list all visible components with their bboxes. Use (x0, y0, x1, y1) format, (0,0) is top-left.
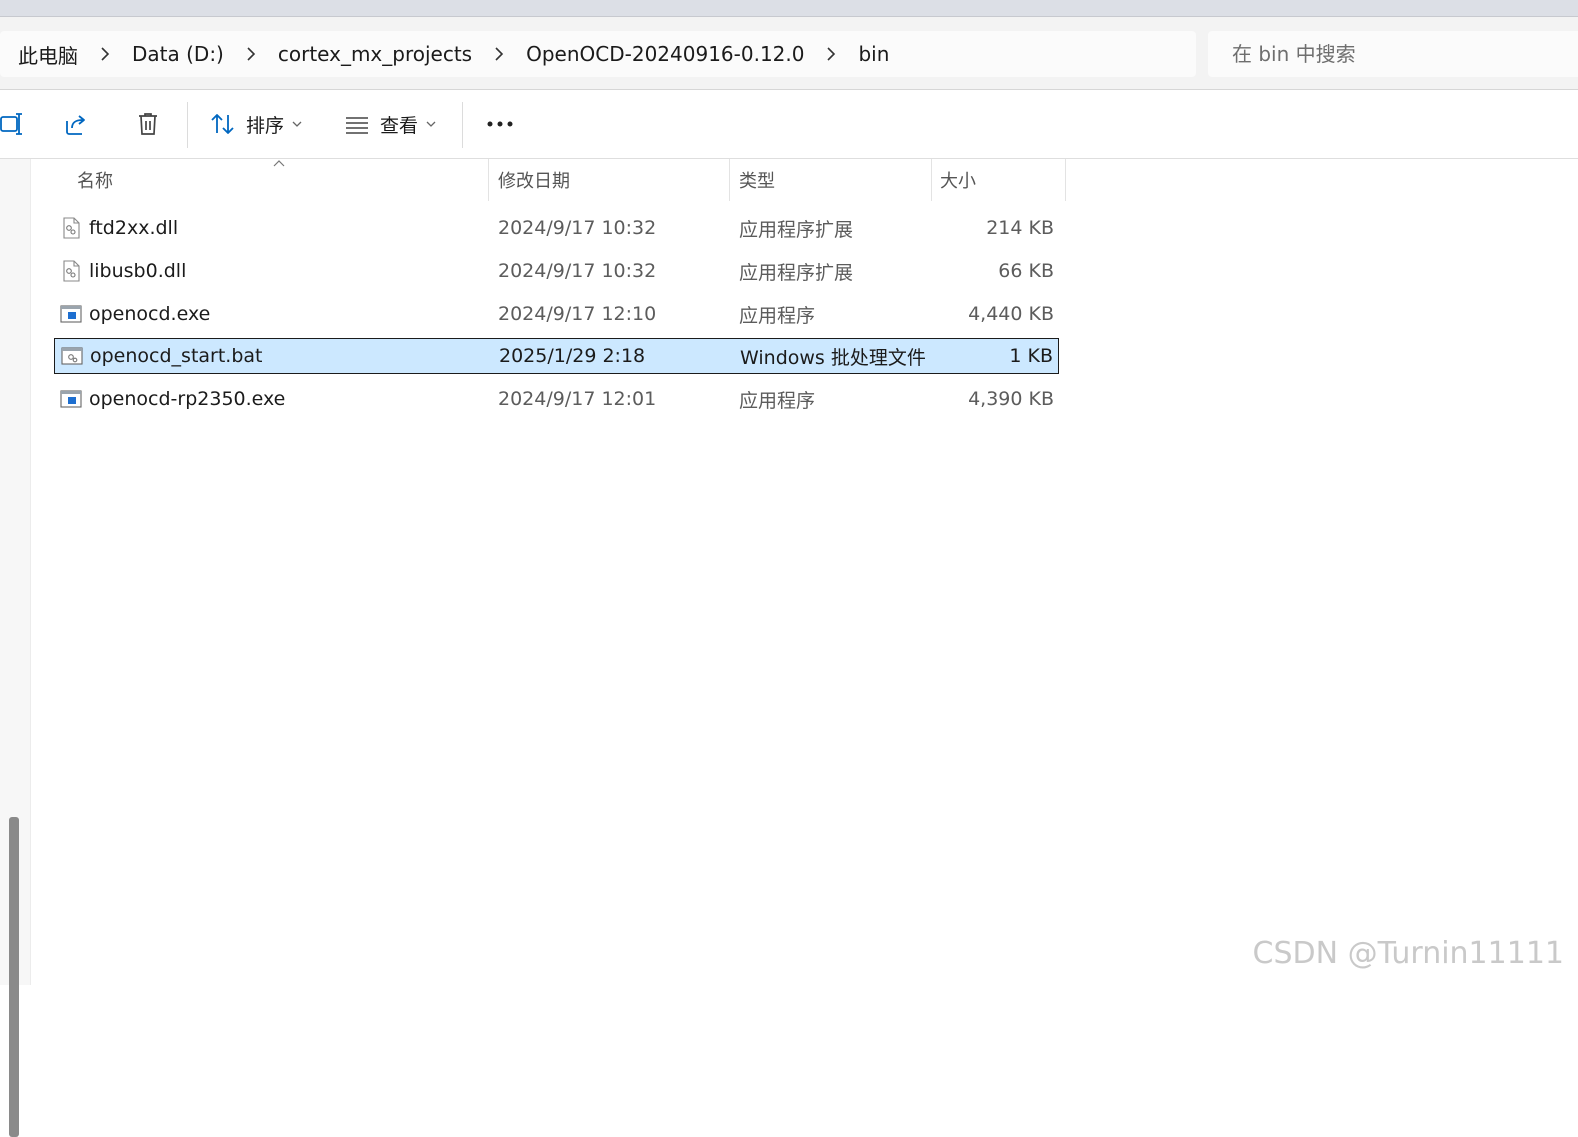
chevron-right-icon[interactable] (810, 46, 852, 62)
view-label: 查看 (380, 114, 419, 137)
file-type: 应用程序 (739, 389, 816, 412)
column-header-type[interactable]: 类型 (739, 159, 929, 201)
sort-label: 排序 (246, 114, 285, 137)
watermark: CSDN @Turnin11111 (1252, 936, 1564, 971)
file-date: 2024/9/17 10:32 (498, 260, 657, 282)
search-input[interactable] (1230, 41, 1564, 67)
address-bar-area: 此电脑 Data (D:) cortex_mx_projects OpenOCD… (0, 17, 1578, 90)
view-button[interactable]: 查看 (344, 102, 444, 146)
chevron-down-icon (426, 121, 436, 127)
exe-file-icon (60, 305, 82, 323)
column-header-name-label: 名称 (77, 171, 113, 192)
toolbar-divider (462, 102, 463, 148)
navigation-pane-edge (0, 159, 31, 1137)
share-button[interactable] (56, 102, 96, 146)
breadcrumb-openocd-folder[interactable]: OpenOCD-20240916-0.12.0 (520, 42, 810, 66)
rename-button[interactable] (0, 102, 32, 146)
chevron-right-icon[interactable] (478, 46, 520, 62)
breadcrumb-cortex-projects[interactable]: cortex_mx_projects (272, 42, 478, 66)
sort-ascending-icon (273, 160, 285, 167)
sort-button[interactable]: 排序 (210, 102, 310, 146)
bat-file-icon (61, 347, 83, 365)
file-date: 2024/9/17 12:10 (498, 303, 657, 325)
file-name: libusb0.dll (89, 260, 187, 282)
file-type: 应用程序扩展 (739, 218, 854, 241)
file-row[interactable]: libusb0.dll 2024/9/17 10:32 应用程序扩展 66 KB (54, 253, 1059, 289)
window-top-strip (0, 0, 1578, 17)
breadcrumb-drive-d[interactable]: Data (D:) (126, 42, 230, 66)
column-header-size-label: 大小 (940, 171, 976, 192)
column-divider[interactable] (1065, 159, 1066, 201)
share-icon (66, 115, 85, 135)
column-divider[interactable] (931, 159, 932, 201)
delete-button[interactable] (128, 102, 168, 146)
trash-icon (139, 113, 157, 135)
search-box[interactable] (1208, 31, 1578, 77)
file-size: 4,390 KB (968, 388, 1054, 410)
breadcrumb-bin[interactable]: bin (852, 42, 895, 66)
file-size: 214 KB (986, 217, 1054, 239)
more-icon (487, 121, 513, 127)
file-size: 66 KB (998, 260, 1054, 282)
sort-icon (211, 114, 234, 134)
nav-scrollbar-thumb[interactable] (9, 817, 19, 1137)
column-header-size[interactable]: 大小 (940, 159, 1065, 201)
file-name: openocd_start.bat (90, 345, 263, 367)
column-header-type-label: 类型 (739, 171, 775, 192)
rename-icon (0, 113, 22, 135)
dll-file-icon (63, 260, 80, 282)
file-type: 应用程序扩展 (739, 261, 854, 284)
file-row[interactable]: openocd.exe 2024/9/17 12:10 应用程序 4,440 K… (54, 296, 1059, 332)
chevron-down-icon (292, 121, 302, 127)
file-type: Windows 批处理文件 (740, 346, 926, 369)
dll-file-icon (63, 217, 80, 239)
toolbar-divider (187, 102, 188, 148)
file-date: 2024/9/17 10:32 (498, 217, 657, 239)
file-name: openocd-rp2350.exe (89, 388, 286, 410)
chevron-right-icon[interactable] (84, 46, 126, 62)
file-name: openocd.exe (89, 303, 211, 325)
file-row[interactable]: ftd2xx.dll 2024/9/17 10:32 应用程序扩展 214 KB (54, 210, 1059, 246)
column-divider[interactable] (729, 159, 730, 201)
column-divider[interactable] (488, 159, 489, 201)
exe-file-icon (60, 390, 82, 408)
chevron-right-icon[interactable] (230, 46, 272, 62)
file-date: 2024/9/17 12:01 (498, 388, 657, 410)
file-name: ftd2xx.dll (89, 217, 179, 239)
breadcrumb[interactable]: 此电脑 Data (D:) cortex_mx_projects OpenOCD… (0, 31, 1196, 77)
view-list-icon (346, 117, 368, 134)
file-size: 1 KB (1009, 345, 1053, 367)
column-header-date-label: 修改日期 (498, 171, 570, 192)
command-bar: 排序 查看 (0, 90, 1578, 159)
breadcrumb-this-pc[interactable]: 此电脑 (0, 40, 84, 69)
column-header-date[interactable]: 修改日期 (498, 159, 728, 201)
file-size: 4,440 KB (968, 303, 1054, 325)
file-row[interactable]: openocd-rp2350.exe 2024/9/17 12:01 应用程序 … (54, 381, 1059, 417)
file-date: 2025/1/29 2:18 (499, 345, 646, 367)
file-type: 应用程序 (739, 304, 816, 327)
more-options-button[interactable] (480, 102, 520, 146)
file-row-selected[interactable]: openocd_start.bat 2025/1/29 2:18 Windows… (54, 338, 1059, 374)
